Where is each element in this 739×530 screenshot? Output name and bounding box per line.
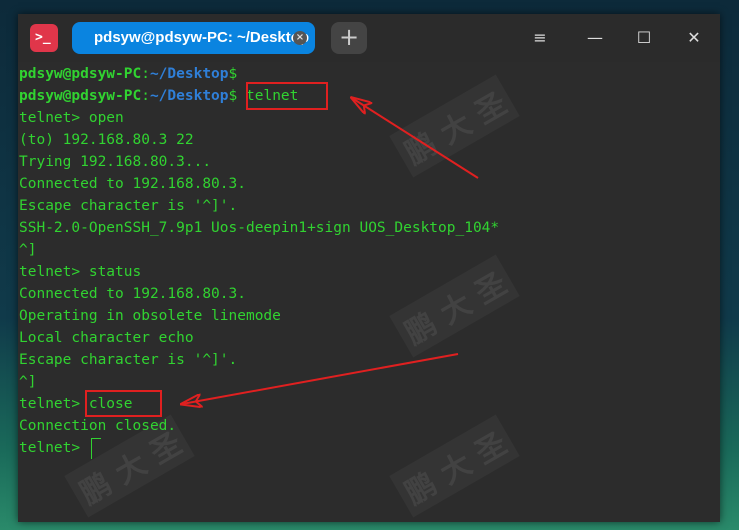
- tab-desktop[interactable]: pdsyw@pdsyw-PC: ~/Desktop ×: [72, 22, 315, 54]
- close-button[interactable]: ✕: [682, 26, 706, 50]
- arrow-to-telnet: [352, 98, 479, 179]
- tab-title: pdsyw@pdsyw-PC: ~/Desktop: [94, 29, 310, 46]
- annotation-arrows: [18, 62, 479, 522]
- terminal-window: >_ pdsyw@pdsyw-PC: ~/Desktop × + ≡ — ☐ ✕…: [18, 14, 720, 522]
- terminal-output[interactable]: 鹏 大 圣 鹏 大 圣 鹏 大 圣 鹏 大 圣 pdsyw@pdsyw-PC:~…: [18, 62, 720, 522]
- minimize-button[interactable]: —: [583, 26, 607, 50]
- arrow-to-close: [182, 353, 459, 404]
- tab-close-icon[interactable]: ×: [293, 31, 307, 45]
- new-tab-button[interactable]: +: [331, 22, 367, 54]
- menu-icon[interactable]: ≡: [528, 26, 552, 50]
- title-bar: >_ pdsyw@pdsyw-PC: ~/Desktop × + ≡ — ☐ ✕: [18, 14, 720, 62]
- terminal-icon[interactable]: >_: [30, 24, 58, 52]
- maximize-button[interactable]: ☐: [632, 26, 656, 50]
